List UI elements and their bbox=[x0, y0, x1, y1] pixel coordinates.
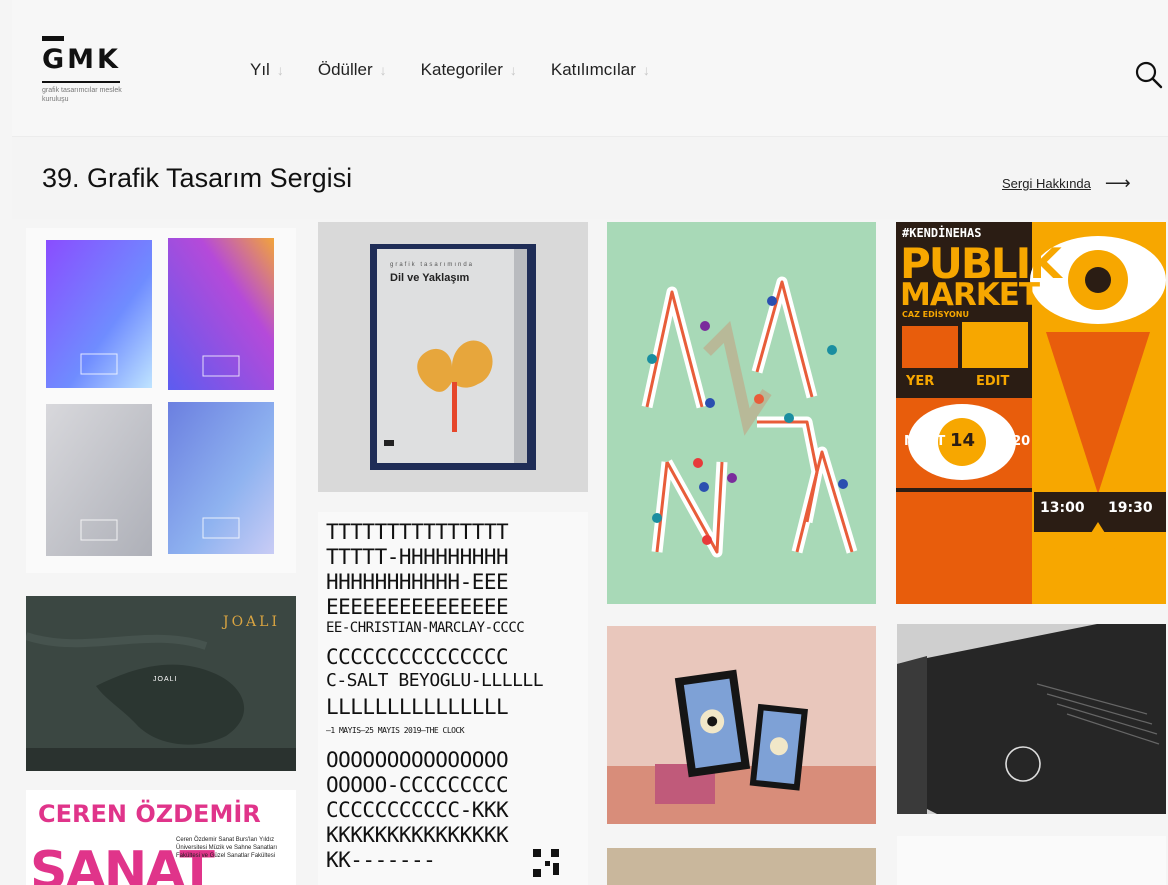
letters-row: HHHHHHHHHHH-EEE bbox=[326, 570, 509, 594]
card-bottom-blank[interactable] bbox=[897, 836, 1166, 885]
ceren-info: Ceren Özdemir Sanat Burs'ları Yıldız Üni… bbox=[176, 837, 278, 859]
publik-mart: MART bbox=[904, 434, 946, 449]
main-nav: Yıl ↓ Ödüller ↓ Kategoriler ↓ Katılımcıl… bbox=[250, 60, 684, 80]
photo-frames-image bbox=[607, 669, 876, 824]
letters-row: LLLLLLLLLLLLLLL bbox=[326, 695, 509, 719]
title-bar: 39. Grafik Tasarım Sergisi Sergi Hakkınd… bbox=[12, 137, 1168, 219]
nav-categories[interactable]: Kategoriler ↓ bbox=[421, 60, 517, 80]
publik-year: 2020 bbox=[994, 434, 1031, 449]
nav-year[interactable]: Yıl ↓ bbox=[250, 60, 284, 80]
arrow-down-icon: ↓ bbox=[642, 62, 650, 78]
arrow-right-icon: ⟶ bbox=[1104, 173, 1131, 193]
letters-row: —1 MAYIS—25 MAYIS 2019—THE CLOCK bbox=[326, 726, 465, 735]
letters-row: EE-CHRISTIAN-MARCLAY-CCCC bbox=[326, 620, 525, 636]
publik-day: 14 bbox=[950, 430, 976, 451]
card-adana[interactable] bbox=[607, 222, 876, 604]
nav-awards[interactable]: Ödüller ↓ bbox=[318, 60, 387, 80]
letters-row: OOOOOOOOOOOOOOO bbox=[326, 748, 509, 772]
letters-row: OOOOO-CCCCCCCCC bbox=[326, 773, 509, 797]
letters-row: TTTTT-HHHHHHHHH bbox=[326, 545, 509, 569]
joali-center-label: JOALI bbox=[153, 676, 178, 683]
publik-time-start: 13:00 bbox=[1040, 500, 1085, 516]
site-header: GMK grafik tasarımcılar meslek kuruluşu … bbox=[12, 0, 1168, 137]
publik-hashtag: #KENDİNEHAS bbox=[902, 226, 982, 240]
nav-awards-label: Ödüller bbox=[317, 60, 373, 79]
publik-time-end: 19:30 bbox=[1108, 500, 1153, 516]
search-icon bbox=[1135, 61, 1163, 89]
arrow-down-icon: ↓ bbox=[276, 62, 284, 78]
dark-book-image bbox=[897, 624, 1166, 814]
gmk-logo[interactable]: GMK grafik tasarımcılar meslek kuruluşu bbox=[42, 36, 152, 120]
nav-categories-label: Kategoriler bbox=[420, 60, 503, 79]
card-notebooks[interactable] bbox=[26, 228, 296, 573]
search-button[interactable] bbox=[1134, 60, 1164, 90]
adana-poster-image bbox=[641, 276, 858, 558]
ceren-name: CEREN ÖZDEMİR bbox=[38, 800, 261, 828]
letters-row: KKKKKKKKKKKKKKK bbox=[326, 823, 509, 847]
letters-row: EEEEEEEEEEEEEEE bbox=[326, 595, 509, 619]
card-ceren-ozdemir[interactable]: CEREN ÖZDEMİR SANAT Ceren Özdemir Sanat … bbox=[26, 790, 296, 885]
notebooks-image bbox=[46, 238, 274, 556]
qr-code-icon bbox=[533, 849, 559, 877]
card-christian-marclay[interactable]: TTTTTTTTTTTTTTT TTTTT-HHHHHHHHH HHHHHHHH… bbox=[318, 512, 588, 885]
nav-participants[interactable]: Katılımcılar ↓ bbox=[551, 60, 650, 80]
card-publik-market[interactable]: #KENDİNEHAS PUBLIK MARKET CAZ EDİSYONU Y… bbox=[896, 222, 1166, 604]
logo-underline bbox=[42, 81, 120, 83]
logo-text: GMK bbox=[42, 44, 121, 75]
letters-row: CCCCCCCCCCC-KKK bbox=[326, 798, 509, 822]
arrow-down-icon: ↓ bbox=[379, 62, 387, 78]
card-dark-book[interactable] bbox=[897, 624, 1166, 814]
nav-year-label: Yıl bbox=[250, 60, 270, 79]
book-title: Dil ve Yaklaşım bbox=[390, 272, 470, 284]
letters-row: TTTTTTTTTTTTTTT bbox=[326, 520, 509, 544]
card-photo-frames[interactable] bbox=[607, 626, 876, 824]
book-kicker: grafik tasarımında bbox=[390, 262, 475, 268]
letters-row: CCCCCCCCCCCCCCC bbox=[326, 645, 509, 669]
card-book-cover[interactable]: grafik tasarımında Dil ve Yaklaşım bbox=[318, 222, 588, 492]
logo-bar bbox=[42, 36, 64, 41]
publik-edit: EDIT bbox=[976, 374, 1010, 389]
about-exhibition-link[interactable]: Sergi Hakkında ⟶ bbox=[1002, 173, 1131, 194]
letters-row: KK------- bbox=[326, 848, 436, 872]
page-title: 39. Grafik Tasarım Sergisi bbox=[42, 163, 353, 193]
publik-edition: CAZ EDİSYONU bbox=[902, 310, 969, 319]
arrow-down-icon: ↓ bbox=[509, 62, 517, 78]
market-word: MARKET bbox=[900, 277, 1040, 313]
publik-yer: YER bbox=[906, 374, 935, 389]
nav-participants-label: Katılımcılar bbox=[550, 60, 636, 79]
letters-row: C-SALT BEYOGLU-LLLLLL bbox=[326, 670, 544, 691]
card-joali[interactable]: JOALI JOALI bbox=[26, 596, 296, 771]
joali-title: JOALI bbox=[222, 614, 280, 630]
about-link-label: Sergi Hakkında bbox=[1002, 176, 1091, 191]
card-bottom-beige[interactable] bbox=[607, 848, 876, 885]
logo-subtitle: grafik tasarımcılar meslek kuruluşu bbox=[42, 87, 122, 103]
